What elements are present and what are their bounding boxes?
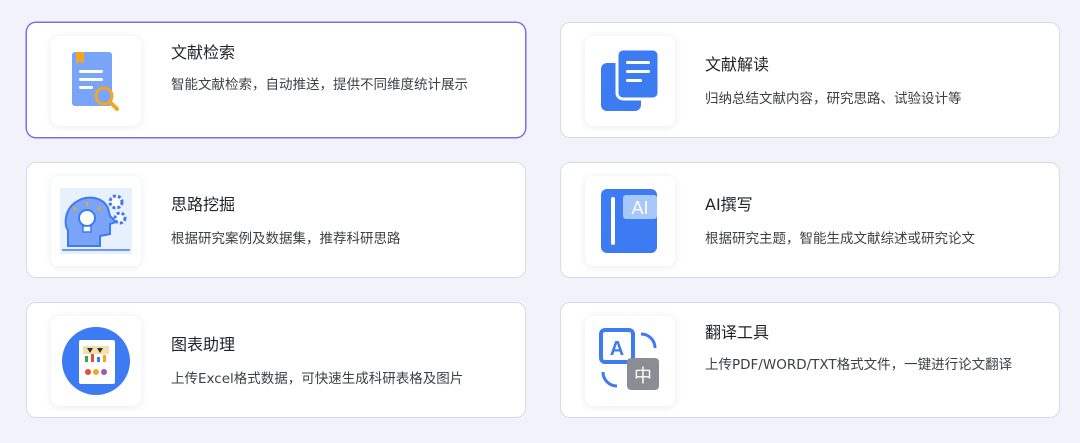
card-title: 思路挖掘 bbox=[171, 195, 236, 214]
card-title: 文献检索 bbox=[171, 43, 236, 62]
card-title: 图表助理 bbox=[171, 335, 236, 354]
card-description: 根据研究案例及数据集，推荐科研思路 bbox=[171, 231, 401, 247]
translate-icon: A 中 bbox=[599, 328, 659, 390]
icon-tile: AI bbox=[585, 176, 675, 266]
card-chart-assistant[interactable]: 图表助理 上传Excel格式数据，可快速生成科研表格及图片 bbox=[26, 302, 526, 418]
ai-notebook-icon: AI bbox=[601, 189, 657, 253]
chart-board-icon bbox=[62, 327, 130, 395]
card-ai-writing[interactable]: AI AI撰写 根据研究主题，智能生成文献综述或研究论文 bbox=[560, 162, 1060, 278]
icon-tile bbox=[51, 176, 141, 266]
character-zhong: 中 bbox=[634, 366, 652, 387]
card-description: 上传PDF/WORD/TXT格式文件，一键进行论文翻译 bbox=[705, 357, 1013, 373]
card-description: 智能文献检索，自动推送，提供不同维度统计展示 bbox=[171, 77, 468, 93]
letter-a: A bbox=[610, 338, 624, 360]
document-search-icon bbox=[72, 52, 119, 111]
documents-copy-icon bbox=[601, 47, 661, 111]
card-literature-search[interactable]: 文献检索 智能文献检索，自动推送，提供不同维度统计展示 bbox=[26, 22, 526, 138]
icon-tile: A 中 bbox=[585, 316, 675, 406]
brain-gears-icon bbox=[60, 188, 132, 254]
card-description: 根据研究主题，智能生成文献综述或研究论文 bbox=[705, 231, 975, 247]
card-idea-mining[interactable]: 思路挖掘 根据研究案例及数据集，推荐科研思路 bbox=[26, 162, 526, 278]
card-description: 上传Excel格式数据，可快速生成科研表格及图片 bbox=[171, 371, 464, 387]
icon-tile bbox=[51, 316, 141, 406]
card-literature-interpretation[interactable]: 文献解读 归纳总结文献内容，研究思路、试验设计等 bbox=[560, 22, 1060, 138]
card-title: AI撰写 bbox=[705, 195, 753, 214]
card-title: 翻译工具 bbox=[705, 323, 770, 342]
icon-tile bbox=[585, 36, 675, 126]
card-description: 归纳总结文献内容，研究思路、试验设计等 bbox=[705, 91, 962, 107]
icon-tile bbox=[51, 36, 141, 126]
ai-label: AI bbox=[631, 198, 648, 218]
card-title: 文献解读 bbox=[705, 55, 770, 74]
card-translation-tool[interactable]: A 中 翻译工具 上传PDF/WORD/TXT格式文件，一键进行论文翻译 bbox=[560, 302, 1060, 418]
